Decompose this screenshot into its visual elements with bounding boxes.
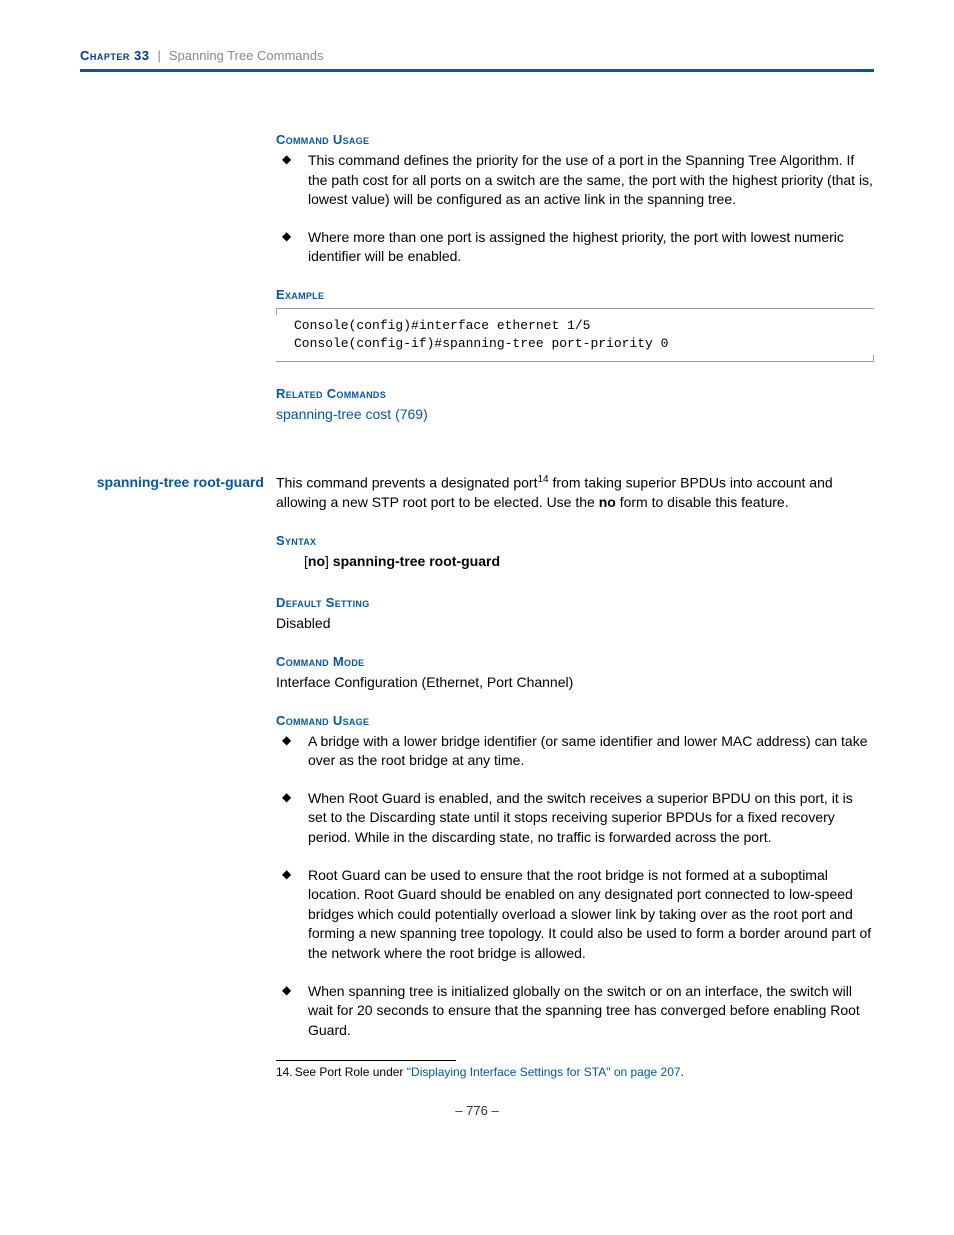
footnote-rule xyxy=(276,1060,456,1061)
command-name-sidebar: spanning-tree root-guard xyxy=(80,473,276,492)
header-rule xyxy=(80,69,874,72)
command-usage-heading: Command Usage xyxy=(276,132,874,147)
chapter-label: Chapter 33 xyxy=(80,48,149,63)
command-intro: This command prevents a designated port1… xyxy=(276,473,874,513)
syntax-no-keyword: no xyxy=(308,553,325,569)
intro-text: This command prevents a designated port xyxy=(276,475,537,491)
list-item: This command defines the priority for th… xyxy=(276,151,874,210)
syntax-line: [no] spanning-tree root-guard xyxy=(304,552,874,572)
related-command-link[interactable]: spanning-tree cost (769) xyxy=(276,406,428,422)
intro-no-keyword: no xyxy=(599,494,616,510)
default-setting-value: Disabled xyxy=(276,614,874,634)
footnote-text: . xyxy=(681,1065,684,1079)
page-number: – 776 – xyxy=(80,1103,874,1118)
list-item: Where more than one port is assigned the… xyxy=(276,228,874,267)
syntax-command: spanning-tree root-guard xyxy=(333,553,500,569)
intro-text: form to disable this feature. xyxy=(616,494,789,510)
command-mode-heading: Command Mode xyxy=(276,654,874,669)
command-usage-list-1: This command defines the priority for th… xyxy=(276,151,874,267)
related-commands-heading: Related Commands xyxy=(276,386,874,401)
footnote-number: 14. xyxy=(276,1065,293,1079)
page-header: Chapter 33 | Spanning Tree Commands xyxy=(80,48,874,63)
chapter-title: Spanning Tree Commands xyxy=(169,48,324,63)
default-setting-heading: Default Setting xyxy=(276,595,874,610)
syntax-heading: Syntax xyxy=(276,533,874,548)
command-usage-heading-2: Command Usage xyxy=(276,713,874,728)
footnote-ref[interactable]: 14 xyxy=(537,474,548,485)
header-separator: | xyxy=(157,48,160,63)
list-item: A bridge with a lower bridge identifier … xyxy=(276,732,874,771)
footnote-link[interactable]: "Displaying Interface Settings for STA" … xyxy=(407,1065,681,1079)
command-usage-list-2: A bridge with a lower bridge identifier … xyxy=(276,732,874,1041)
list-item: When Root Guard is enabled, and the swit… xyxy=(276,789,874,848)
footnote-text: See Port Role under xyxy=(295,1065,407,1079)
footnote: 14.See Port Role under "Displaying Inter… xyxy=(276,1065,874,1081)
command-mode-value: Interface Configuration (Ethernet, Port … xyxy=(276,673,874,693)
example-code-block: Console(config)#interface ethernet 1/5 C… xyxy=(276,308,874,362)
example-heading: Example xyxy=(276,287,874,302)
list-item: Root Guard can be used to ensure that th… xyxy=(276,866,874,964)
list-item: When spanning tree is initialized global… xyxy=(276,982,874,1041)
